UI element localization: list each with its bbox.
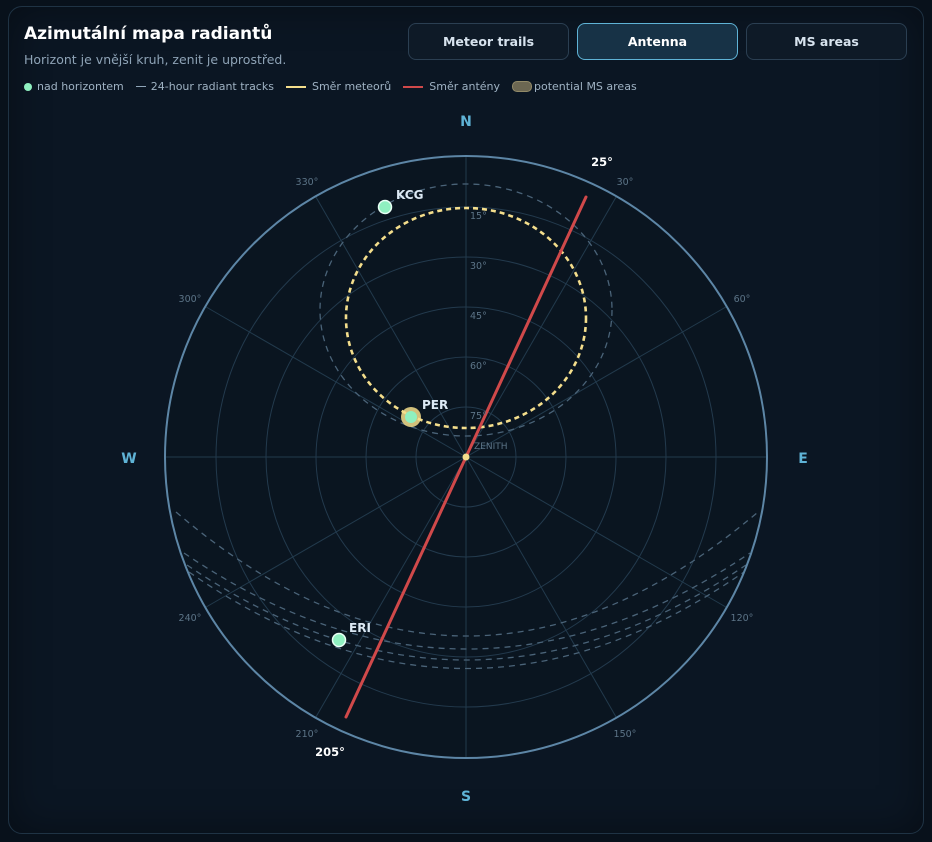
antenna-back-azimuth-label: 205° <box>315 745 345 759</box>
altitude-label: 15° <box>470 211 487 222</box>
zenith-point <box>462 453 470 461</box>
azimuth-label: 210° <box>296 729 319 740</box>
cardinal-west: W <box>121 451 136 467</box>
cardinal-east: E <box>798 451 808 467</box>
altitude-label: 60° <box>470 361 487 372</box>
radiant-label: PER <box>422 398 448 412</box>
antenna-azimuth-label: 25° <box>591 155 613 169</box>
azimuth-label: 30° <box>617 177 634 188</box>
azimuth-label: 150° <box>614 729 637 740</box>
radiant-marker[interactable] <box>405 411 417 423</box>
azimuth-label: 240° <box>179 613 202 624</box>
azimuth-label: 60° <box>734 294 751 305</box>
zenith-label: ZENITH <box>474 442 508 452</box>
azimuthal-radiant-map: 15° 30° 45° 60° 75° 30° 60° 120° 150° 21… <box>121 114 808 805</box>
cardinal-south: S <box>461 789 471 805</box>
radiant-marker[interactable] <box>331 632 347 648</box>
radiant-label: KCG <box>396 188 423 202</box>
altitude-label: 30° <box>470 261 487 272</box>
azimuth-label: 300° <box>179 294 202 305</box>
altitude-label: 75° <box>470 411 487 422</box>
radiant-marker[interactable] <box>377 199 393 215</box>
radiant-label: ERI <box>349 621 371 635</box>
azimuth-label: 330° <box>296 177 319 188</box>
altitude-label: 45° <box>470 311 487 322</box>
cardinal-north: N <box>460 114 472 130</box>
azimuth-label: 120° <box>731 613 754 624</box>
